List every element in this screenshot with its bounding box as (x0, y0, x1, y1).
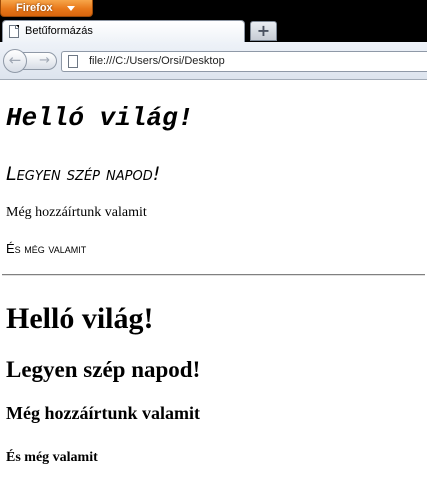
tab-title: Betűformázás (25, 25, 93, 37)
address-bar[interactable]: file:///C:/Users/Orsi/Desktop (61, 51, 427, 72)
browser-titlebar: Firefox Betűformázás + (0, 0, 427, 43)
back-button[interactable]: ← (3, 49, 27, 73)
paragraph-small-caps: És még valamit (6, 241, 87, 256)
forward-arrow-icon: → (39, 53, 50, 68)
nav-buttons: → ← (3, 49, 57, 73)
page-icon (9, 25, 19, 38)
firefox-menu-label: Firefox (16, 2, 53, 14)
heading-3: Még hozzáírtunk valamit (6, 403, 200, 423)
back-arrow-icon: ← (8, 51, 22, 69)
page-content: Helló világ! Legyen szép napod! Még hozz… (0, 81, 427, 482)
heading-4: És még valamit (6, 450, 98, 465)
horizontal-rule (2, 274, 425, 276)
dropdown-caret-icon (67, 6, 75, 11)
new-tab-button[interactable]: + (250, 21, 277, 41)
firefox-menu-button[interactable]: Firefox (0, 0, 93, 17)
navigation-toolbar: → ← file:///C:/Users/Orsi/Desktop (0, 42, 427, 80)
paragraph-text: Még hozzáírtunk valamit (6, 205, 147, 220)
heading-small-caps: Legyen szép napod! (6, 163, 161, 185)
url-text[interactable]: file:///C:/Users/Orsi/Desktop (89, 55, 225, 67)
heading-2: Legyen szép napod! (6, 357, 201, 382)
page-icon (68, 55, 78, 68)
tab-active[interactable]: Betűformázás (2, 20, 245, 43)
heading-1: Helló világ! (6, 302, 154, 335)
heading-monospace: Helló világ! (6, 103, 194, 133)
